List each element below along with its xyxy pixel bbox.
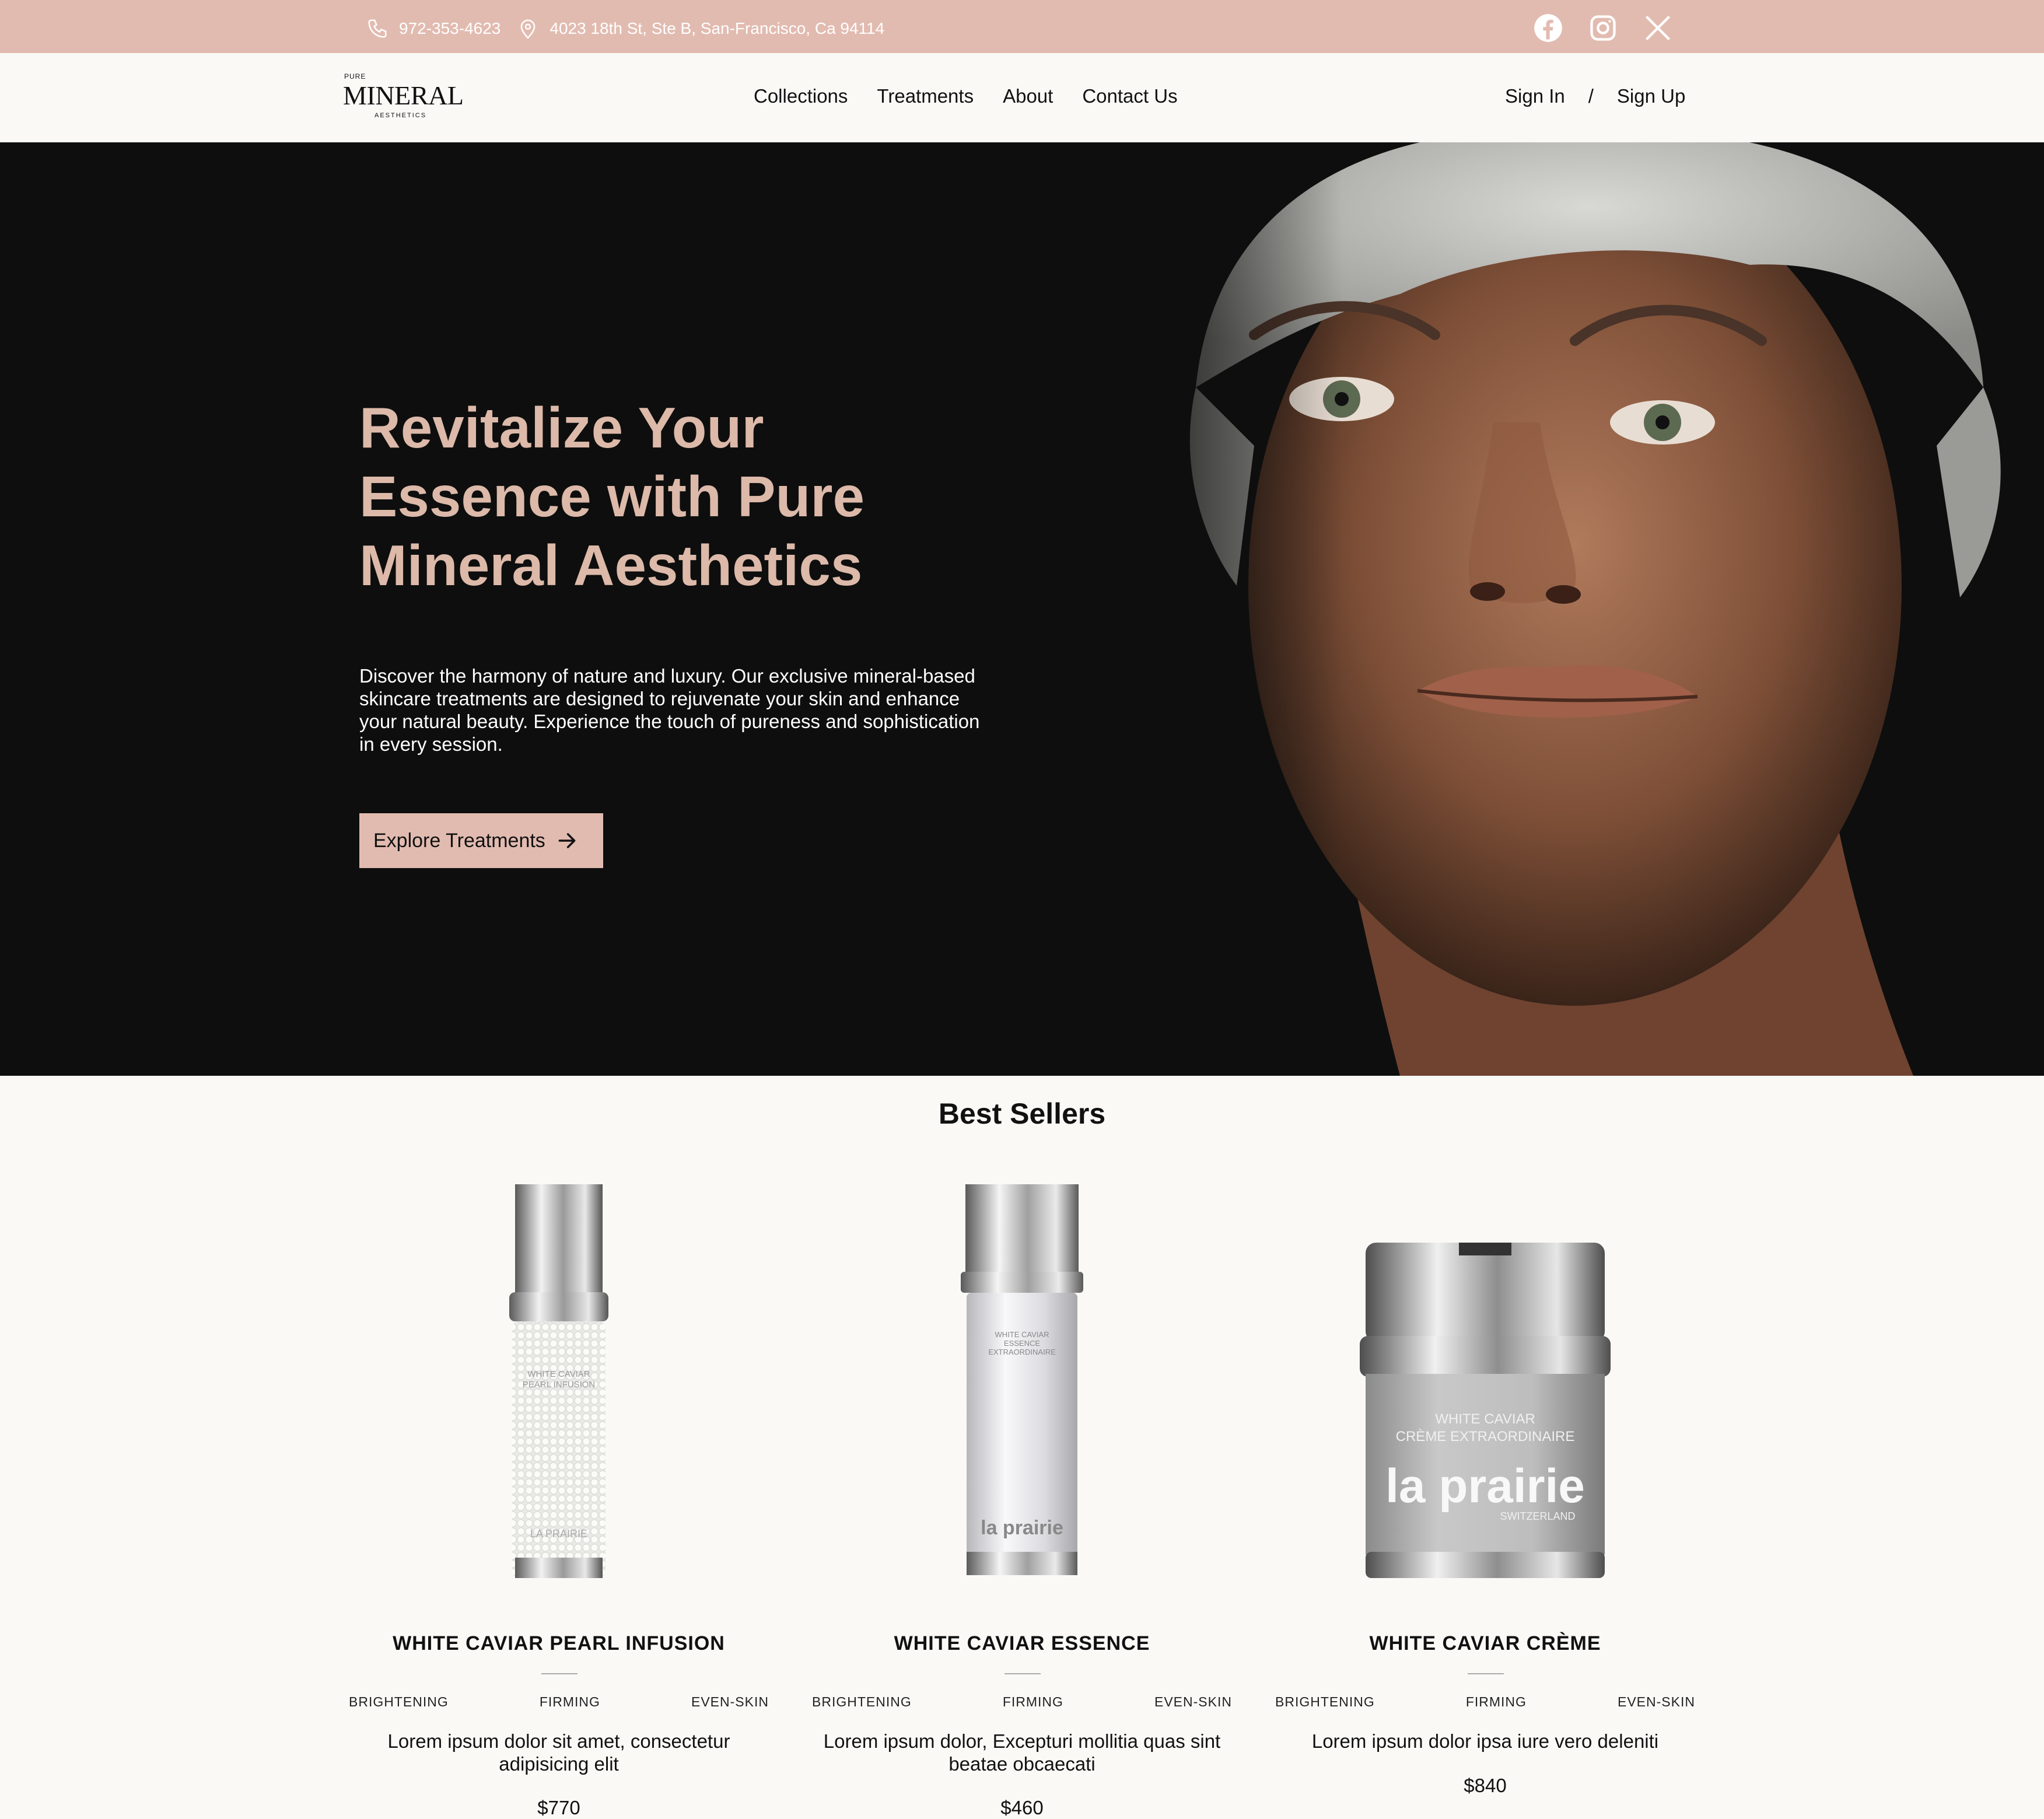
product-price: $770 <box>537 1797 580 1818</box>
svg-text:PURE: PURE <box>344 72 366 81</box>
tag: BRIGHTENING <box>1275 1694 1375 1709</box>
svg-text:PEARL INFUSION: PEARL INFUSION <box>523 1380 595 1390</box>
product-card[interactable]: WHITE CAVIAR PEARL INFUSION LA PRAIRIE W… <box>337 1184 780 1819</box>
svg-text:la prairie: la prairie <box>981 1517 1063 1539</box>
product-price: $840 <box>1464 1775 1507 1796</box>
product-tags: BRIGHTENING FIRMING EVEN-SKIN <box>1264 1694 1707 1710</box>
phone-icon <box>368 19 387 38</box>
product-description: Lorem ipsum dolor, Excepturi mollitia qu… <box>823 1730 1221 1775</box>
menu: Collections Treatments About Contact Us <box>754 85 1178 107</box>
tag: FIRMING <box>539 1694 600 1709</box>
menu-item-treatments[interactable]: Treatments <box>877 85 974 107</box>
svg-text:CRÈME EXTRAORDINAIRE: CRÈME EXTRAORDINAIRE <box>1396 1429 1575 1444</box>
instagram-icon[interactable] <box>1588 13 1618 43</box>
top-bar: 972-353-4623 4023 18th St, Ste B, San-Fr… <box>0 0 2044 53</box>
tag: BRIGHTENING <box>349 1694 449 1709</box>
svg-text:ESSENCE: ESSENCE <box>1004 1339 1040 1348</box>
auth-links: Sign In / Sign Up <box>1505 85 1685 107</box>
brand-logo[interactable]: PURE MINERAL AESTHETICS <box>343 71 466 123</box>
product-price: $460 <box>1000 1797 1044 1818</box>
explore-treatments-label: Explore Treatments <box>373 829 545 852</box>
svg-text:WHITE CAVIAR: WHITE CAVIAR <box>995 1330 1049 1339</box>
sign-in-link[interactable]: Sign In <box>1505 85 1565 107</box>
divider <box>1468 1673 1504 1674</box>
address: 4023 18th St, Ste B, San-Francisco, Ca 9… <box>550 19 885 37</box>
menu-item-contact[interactable]: Contact Us <box>1082 85 1177 107</box>
product-description: Lorem ipsum dolor sit amet, consectetur … <box>387 1730 730 1775</box>
svg-text:AESTHETICS: AESTHETICS <box>374 112 426 119</box>
product-name[interactable]: WHITE CAVIAR ESSENCE <box>800 1632 1244 1655</box>
menu-item-about[interactable]: About <box>1003 85 1053 107</box>
product-image-creme: WHITE CAVIAR CRÈME EXTRAORDINAIRE la pra… <box>1360 1243 1611 1578</box>
explore-treatments-button[interactable]: Explore Treatments <box>359 813 603 868</box>
hero-title: Revitalize Your Essence with Pure Minera… <box>359 396 865 597</box>
contact-info: 972-353-4623 4023 18th St, Ste B, San-Fr… <box>366 14 884 43</box>
tag: FIRMING <box>1465 1694 1527 1709</box>
product-tags: BRIGHTENING FIRMING EVEN-SKIN <box>337 1694 780 1710</box>
svg-text:SWITZERLAND: SWITZERLAND <box>1500 1510 1575 1522</box>
product-card[interactable]: WHITE CAVIAR ESSENCE EXTRAORDINAIRE la p… <box>800 1184 1244 1819</box>
svg-text:la prairie: la prairie <box>1385 1460 1585 1513</box>
menu-item-collections[interactable]: Collections <box>754 85 848 107</box>
svg-text:WHITE CAVIAR: WHITE CAVIAR <box>1435 1411 1535 1427</box>
phone-number[interactable]: 972-353-4623 <box>399 19 501 38</box>
svg-text:WHITE CAVIAR: WHITE CAVIAR <box>527 1369 590 1379</box>
facebook-icon[interactable] <box>1533 13 1563 43</box>
product-name[interactable]: WHITE CAVIAR PEARL INFUSION <box>337 1632 780 1655</box>
hero-description: Discover the harmony of nature and luxur… <box>359 665 980 755</box>
x-icon[interactable] <box>1643 13 1673 43</box>
svg-text:MINERAL: MINERAL <box>343 81 463 110</box>
tag: EVEN-SKIN <box>691 1694 769 1709</box>
sign-up-link[interactable]: Sign Up <box>1617 85 1685 107</box>
divider <box>1005 1673 1041 1674</box>
map-pin-icon <box>521 19 536 39</box>
social-links <box>1533 13 1673 43</box>
arrow-right-icon <box>558 833 576 848</box>
tag: FIRMING <box>1002 1694 1063 1709</box>
product-image-pearl-infusion: WHITE CAVIAR PEARL INFUSION LA PRAIRIE <box>509 1184 608 1578</box>
tag: EVEN-SKIN <box>1618 1694 1695 1709</box>
hero-portrait-image <box>1108 142 2044 1076</box>
tag: EVEN-SKIN <box>1154 1694 1232 1709</box>
product-description: Lorem ipsum dolor ipsa iure vero delenit… <box>1311 1730 1659 1752</box>
product-image-essence: WHITE CAVIAR ESSENCE EXTRAORDINAIRE la p… <box>961 1184 1083 1575</box>
product-card[interactable]: WHITE CAVIAR CRÈME EXTRAORDINAIRE la pra… <box>1264 1184 1707 1819</box>
product-name[interactable]: WHITE CAVIAR CRÈME <box>1264 1632 1707 1655</box>
hero-section: Revitalize Your Essence with Pure Minera… <box>0 142 2044 1076</box>
svg-text:LA PRAIRIE: LA PRAIRIE <box>530 1528 587 1540</box>
main-nav: PURE MINERAL AESTHETICS Collections Trea… <box>0 53 2044 142</box>
divider <box>541 1673 578 1674</box>
product-tags: BRIGHTENING FIRMING EVEN-SKIN <box>800 1694 1244 1710</box>
auth-separator: / <box>1588 85 1594 107</box>
tag: BRIGHTENING <box>812 1694 912 1709</box>
best-sellers-title: Best Sellers <box>938 1097 1106 1130</box>
svg-text:EXTRAORDINAIRE: EXTRAORDINAIRE <box>988 1348 1056 1356</box>
